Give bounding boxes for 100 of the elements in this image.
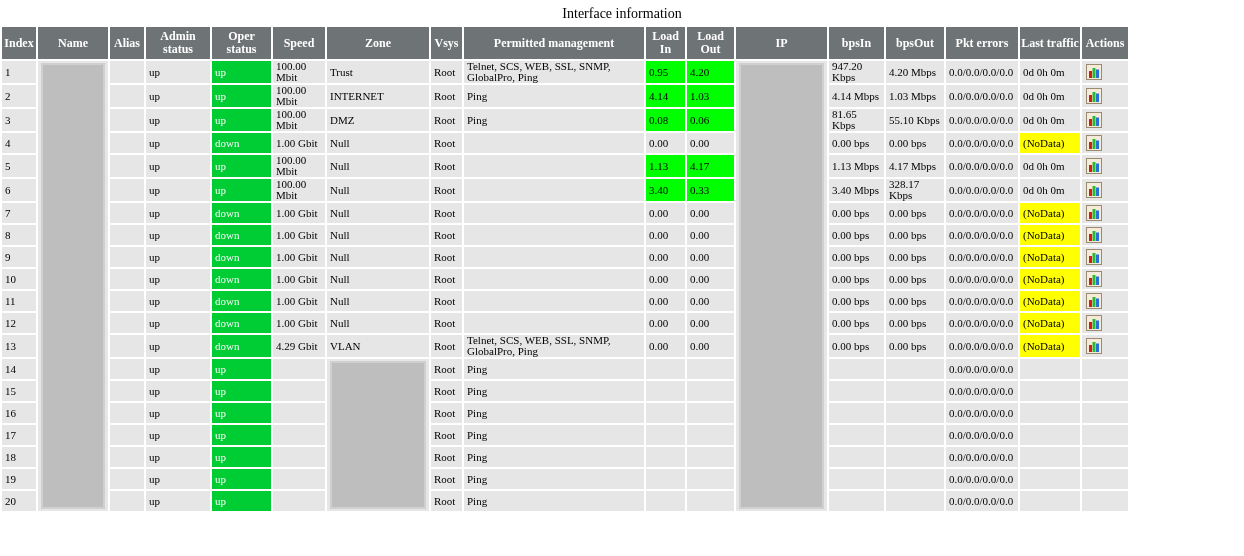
table-cell: Root: [431, 203, 462, 223]
load-cell: 0.00: [687, 335, 734, 357]
table-cell: 0.0/0.0/0.0/0.0: [946, 203, 1018, 223]
load-cell: 0.00: [646, 203, 685, 223]
table-cell: INTERNET: [327, 85, 429, 107]
bar-chart-icon[interactable]: [1086, 293, 1102, 309]
table-cell: 100.00 Mbit: [273, 155, 325, 177]
status-cell: up: [146, 269, 210, 289]
bar-chart-icon[interactable]: [1086, 88, 1102, 104]
status-cell: up: [146, 425, 210, 445]
table-cell: Root: [431, 155, 462, 177]
table-cell: 947.20 Kbps: [829, 61, 884, 83]
table-cell: 0.00 bps: [886, 225, 944, 245]
column-header: Pkt errors: [946, 27, 1018, 59]
index-cell: 5: [2, 155, 36, 177]
traffic-cell: 0d 0h 0m: [1020, 109, 1080, 131]
bar-chart-icon[interactable]: [1086, 315, 1102, 331]
table-cell: 4.14 Mbps: [829, 85, 884, 107]
bar-chart-icon[interactable]: [1086, 338, 1102, 354]
index-cell: 2: [2, 85, 36, 107]
table-cell: Root: [431, 133, 462, 153]
load-cell: 0.00: [646, 269, 685, 289]
table-cell: Null: [327, 247, 429, 267]
index-cell: 7: [2, 203, 36, 223]
status-cell: up: [212, 61, 271, 83]
load-cell: 0.06: [687, 109, 734, 131]
table-cell: 0.00 bps: [829, 291, 884, 311]
table-cell: 0.00 bps: [829, 247, 884, 267]
bar-chart-icon[interactable]: [1086, 271, 1102, 287]
table-cell: 1.00 Gbit: [273, 203, 325, 223]
table-cell: Root: [431, 425, 462, 445]
status-cell: up: [146, 403, 210, 423]
traffic-cell: (NoData): [1020, 203, 1080, 223]
load-cell: 4.20: [687, 61, 734, 83]
table-cell: 1.00 Gbit: [273, 313, 325, 333]
traffic-cell: (NoData): [1020, 269, 1080, 289]
table-cell: Ping: [464, 85, 644, 107]
table-cell: Telnet, SCS, WEB, SSL, SNMP, GlobalPro, Ping: [464, 335, 644, 357]
table-cell: 1.03 Mbps: [886, 85, 944, 107]
bar-chart-icon[interactable]: [1086, 158, 1102, 174]
table-cell: 0.00 bps: [886, 247, 944, 267]
table-cell: 0.00 bps: [829, 335, 884, 357]
status-cell: up: [212, 85, 271, 107]
table-cell: Root: [431, 61, 462, 83]
bar-chart-icon[interactable]: [1086, 227, 1102, 243]
table-cell: Root: [431, 359, 462, 379]
traffic-cell: (NoData): [1020, 133, 1080, 153]
status-cell: down: [212, 247, 271, 267]
table-cell: 0.00 bps: [886, 203, 944, 223]
bar-chart-icon[interactable]: [1086, 112, 1102, 128]
column-header: Load Out: [687, 27, 734, 59]
bar-chart-icon[interactable]: [1086, 205, 1102, 221]
column-header: Actions: [1082, 27, 1128, 59]
table-cell: Root: [431, 381, 462, 401]
column-header: Oper status: [212, 27, 271, 59]
column-header: Speed: [273, 27, 325, 59]
table-cell: 0.00 bps: [829, 133, 884, 153]
load-cell: 0.00: [646, 247, 685, 267]
table-cell: 0.0/0.0/0.0/0.0: [946, 61, 1018, 83]
status-cell: up: [212, 179, 271, 201]
table-cell: 4.29 Gbit: [273, 335, 325, 357]
status-cell: up: [146, 359, 210, 379]
table-cell: 0.0/0.0/0.0/0.0: [946, 447, 1018, 467]
table-cell: Root: [431, 179, 462, 201]
table-cell: Ping: [464, 425, 644, 445]
load-cell: 0.00: [687, 269, 734, 289]
table-cell: DMZ: [327, 109, 429, 131]
status-cell: down: [212, 269, 271, 289]
load-cell: 4.14: [646, 85, 685, 107]
load-cell: 0.00: [646, 133, 685, 153]
table-cell: Root: [431, 225, 462, 245]
table-cell: 0.0/0.0/0.0/0.0: [946, 85, 1018, 107]
load-cell: 0.08: [646, 109, 685, 131]
table-cell: Trust: [327, 61, 429, 83]
page-title: Interface information: [561, 5, 683, 23]
table-cell: 4.20 Mbps: [886, 61, 944, 83]
table-cell: 0.0/0.0/0.0/0.0: [946, 155, 1018, 177]
table-cell: 100.00 Mbit: [273, 109, 325, 131]
traffic-cell: 0d 0h 0m: [1020, 85, 1080, 107]
load-cell: 3.40: [646, 179, 685, 201]
bar-chart-icon[interactable]: [1086, 182, 1102, 198]
index-cell: 8: [2, 225, 36, 245]
status-cell: up: [146, 61, 210, 83]
status-cell: up: [212, 491, 271, 511]
index-cell: 10: [2, 269, 36, 289]
table-cell: 1.00 Gbit: [273, 133, 325, 153]
status-cell: up: [212, 359, 271, 379]
bar-chart-icon[interactable]: [1086, 135, 1102, 151]
bar-chart-icon[interactable]: [1086, 249, 1102, 265]
table-cell: 0.0/0.0/0.0/0.0: [946, 425, 1018, 445]
table-cell: Ping: [464, 381, 644, 401]
status-cell: up: [212, 425, 271, 445]
table-cell: 0.0/0.0/0.0/0.0: [946, 381, 1018, 401]
table-cell: 0.0/0.0/0.0/0.0: [946, 403, 1018, 423]
status-cell: up: [212, 447, 271, 467]
bar-chart-icon[interactable]: [1086, 64, 1102, 80]
status-cell: up: [146, 491, 210, 511]
status-cell: up: [146, 381, 210, 401]
column-header: Permitted management: [464, 27, 644, 59]
table-cell: 1.00 Gbit: [273, 225, 325, 245]
